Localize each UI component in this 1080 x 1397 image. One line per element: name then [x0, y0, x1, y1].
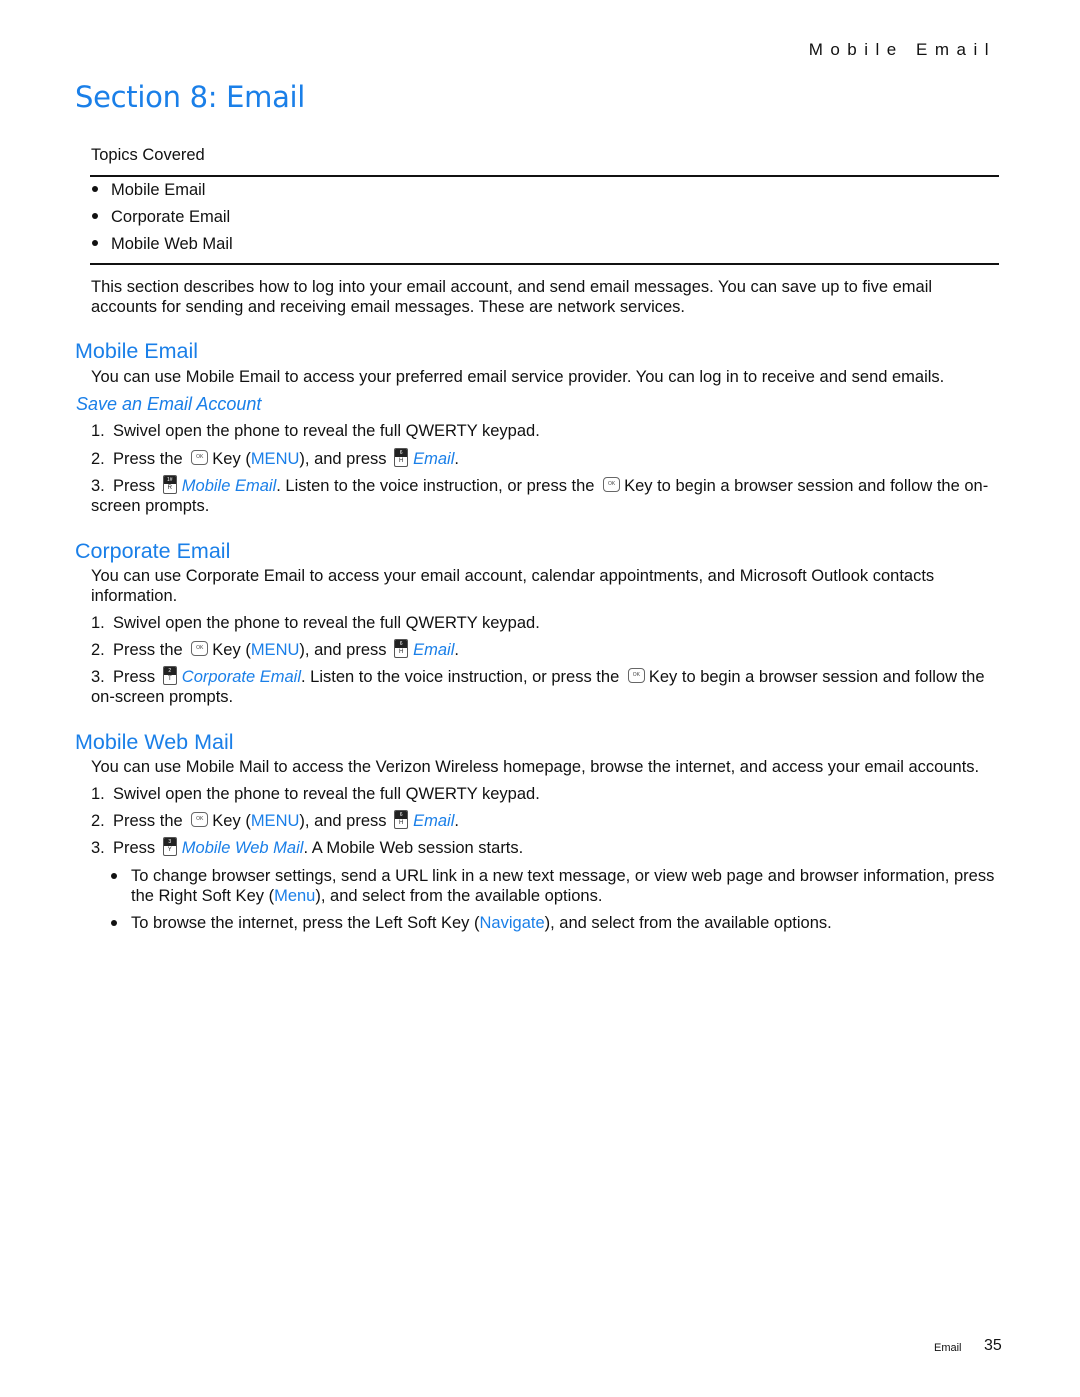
key-6-h-icon: 6H: [394, 448, 409, 468]
mobile-web-mail-body: You can use Mobile Mail to access the Ve…: [91, 758, 980, 776]
mobile-web-mail-step-2: 2. Press the OK Key (MENU), and press 6 H Em…: [91, 810, 459, 830]
topics-covered-label: Topics Covered: [91, 146, 205, 164]
key-2-t-icon: 2T: [162, 666, 177, 686]
bullet-icon: [111, 873, 117, 879]
browser-settings-bullet: To change browser settings, send a URL l…: [111, 866, 1001, 906]
topic-item: Corporate Email: [92, 206, 233, 233]
email-menu-item: Email: [413, 450, 455, 468]
ok-key-icon: OK: [627, 668, 645, 684]
topic-item: Mobile Email: [92, 179, 233, 206]
ok-key-icon: OK: [191, 641, 209, 657]
mobile-email-body: You can use Mobile Email to access your …: [91, 368, 945, 386]
mobile-email-step-1: 1. Swivel open the phone to reveal the fu…: [91, 422, 540, 440]
topics-list: Mobile Email Corporate Email Mobile Web …: [92, 179, 233, 260]
section-title: Section 8: Email: [75, 80, 306, 114]
heading-mobile-web-mail: Mobile Web Mail: [75, 730, 234, 754]
email-menu-item: Email: [413, 641, 455, 659]
key-r-icon: 1# R: [162, 475, 177, 495]
corporate-email-menu-item: Corporate Email: [181, 668, 301, 686]
divider-bottom: [90, 263, 999, 265]
bullet-icon: [92, 212, 98, 219]
divider-top: [90, 175, 999, 177]
corporate-email-body: You can use Corporate Email to access yo…: [91, 567, 935, 605]
intro-paragraph: This section describes how to log into y…: [91, 278, 933, 316]
document-page: Mobile Email Section 8: Email Topics Cov…: [0, 0, 1080, 1397]
heading-mobile-email: Mobile Email: [75, 339, 199, 363]
ok-key-icon: OK: [191, 812, 209, 828]
corporate-email-step-1: 1. Swivel open the phone to reveal the fu…: [91, 614, 540, 632]
right-soft-key-label: Menu: [274, 887, 316, 905]
bullet-icon: [111, 920, 117, 926]
menu-key-label: MENU: [250, 641, 300, 659]
left-soft-key-label: Navigate: [479, 914, 545, 932]
mobile-web-mail-step-3: 3. Press 3 Y Mobile Web Mail. A Mobile Web …: [91, 837, 524, 857]
ok-key-icon: OK: [603, 477, 621, 493]
page-number: 35: [984, 1337, 1002, 1354]
mobile-web-mail-step-1: 1. Swivel open the phone to reveal the fu…: [91, 785, 540, 803]
mobile-email-step-2: 2. Press the OK Key (MENU), and press 6 H Em…: [91, 448, 459, 468]
topic-item: Mobile Web Mail: [92, 233, 233, 260]
mobile-web-mail-menu-item: Mobile Web Mail: [181, 839, 304, 857]
running-head: Mobile Email: [808, 40, 996, 59]
bullet-icon: [92, 239, 98, 246]
mobile-email-step-3: 3. Press 1# R Mobile Email. Listen to the v…: [91, 475, 989, 516]
menu-key-label: MENU: [250, 812, 300, 830]
email-menu-item: Email: [413, 812, 455, 830]
browse-internet-bullet: To browse the internet, press the Left S…: [111, 913, 1001, 933]
menu-key-label: MENU: [250, 450, 300, 468]
mobile-email-menu-item: Mobile Email: [181, 477, 277, 495]
key-3-y-icon: 3Y: [162, 837, 177, 857]
key-6-h-icon: 6H: [394, 639, 409, 659]
footer-section-label: Email: [934, 1342, 962, 1354]
corporate-email-step-2: 2. Press the OK Key (MENU), and press 6 H Em…: [91, 639, 459, 659]
bullet-icon: [92, 185, 98, 192]
ok-key-icon: OK: [191, 450, 209, 466]
key-6-h-icon: 6H: [394, 810, 409, 830]
heading-corporate-email: Corporate Email: [75, 539, 231, 563]
subheading-save-account: Save an Email Account: [76, 394, 262, 414]
corporate-email-step-3: 3. Press 2 T Corporate Email. Listen to the…: [91, 666, 985, 707]
